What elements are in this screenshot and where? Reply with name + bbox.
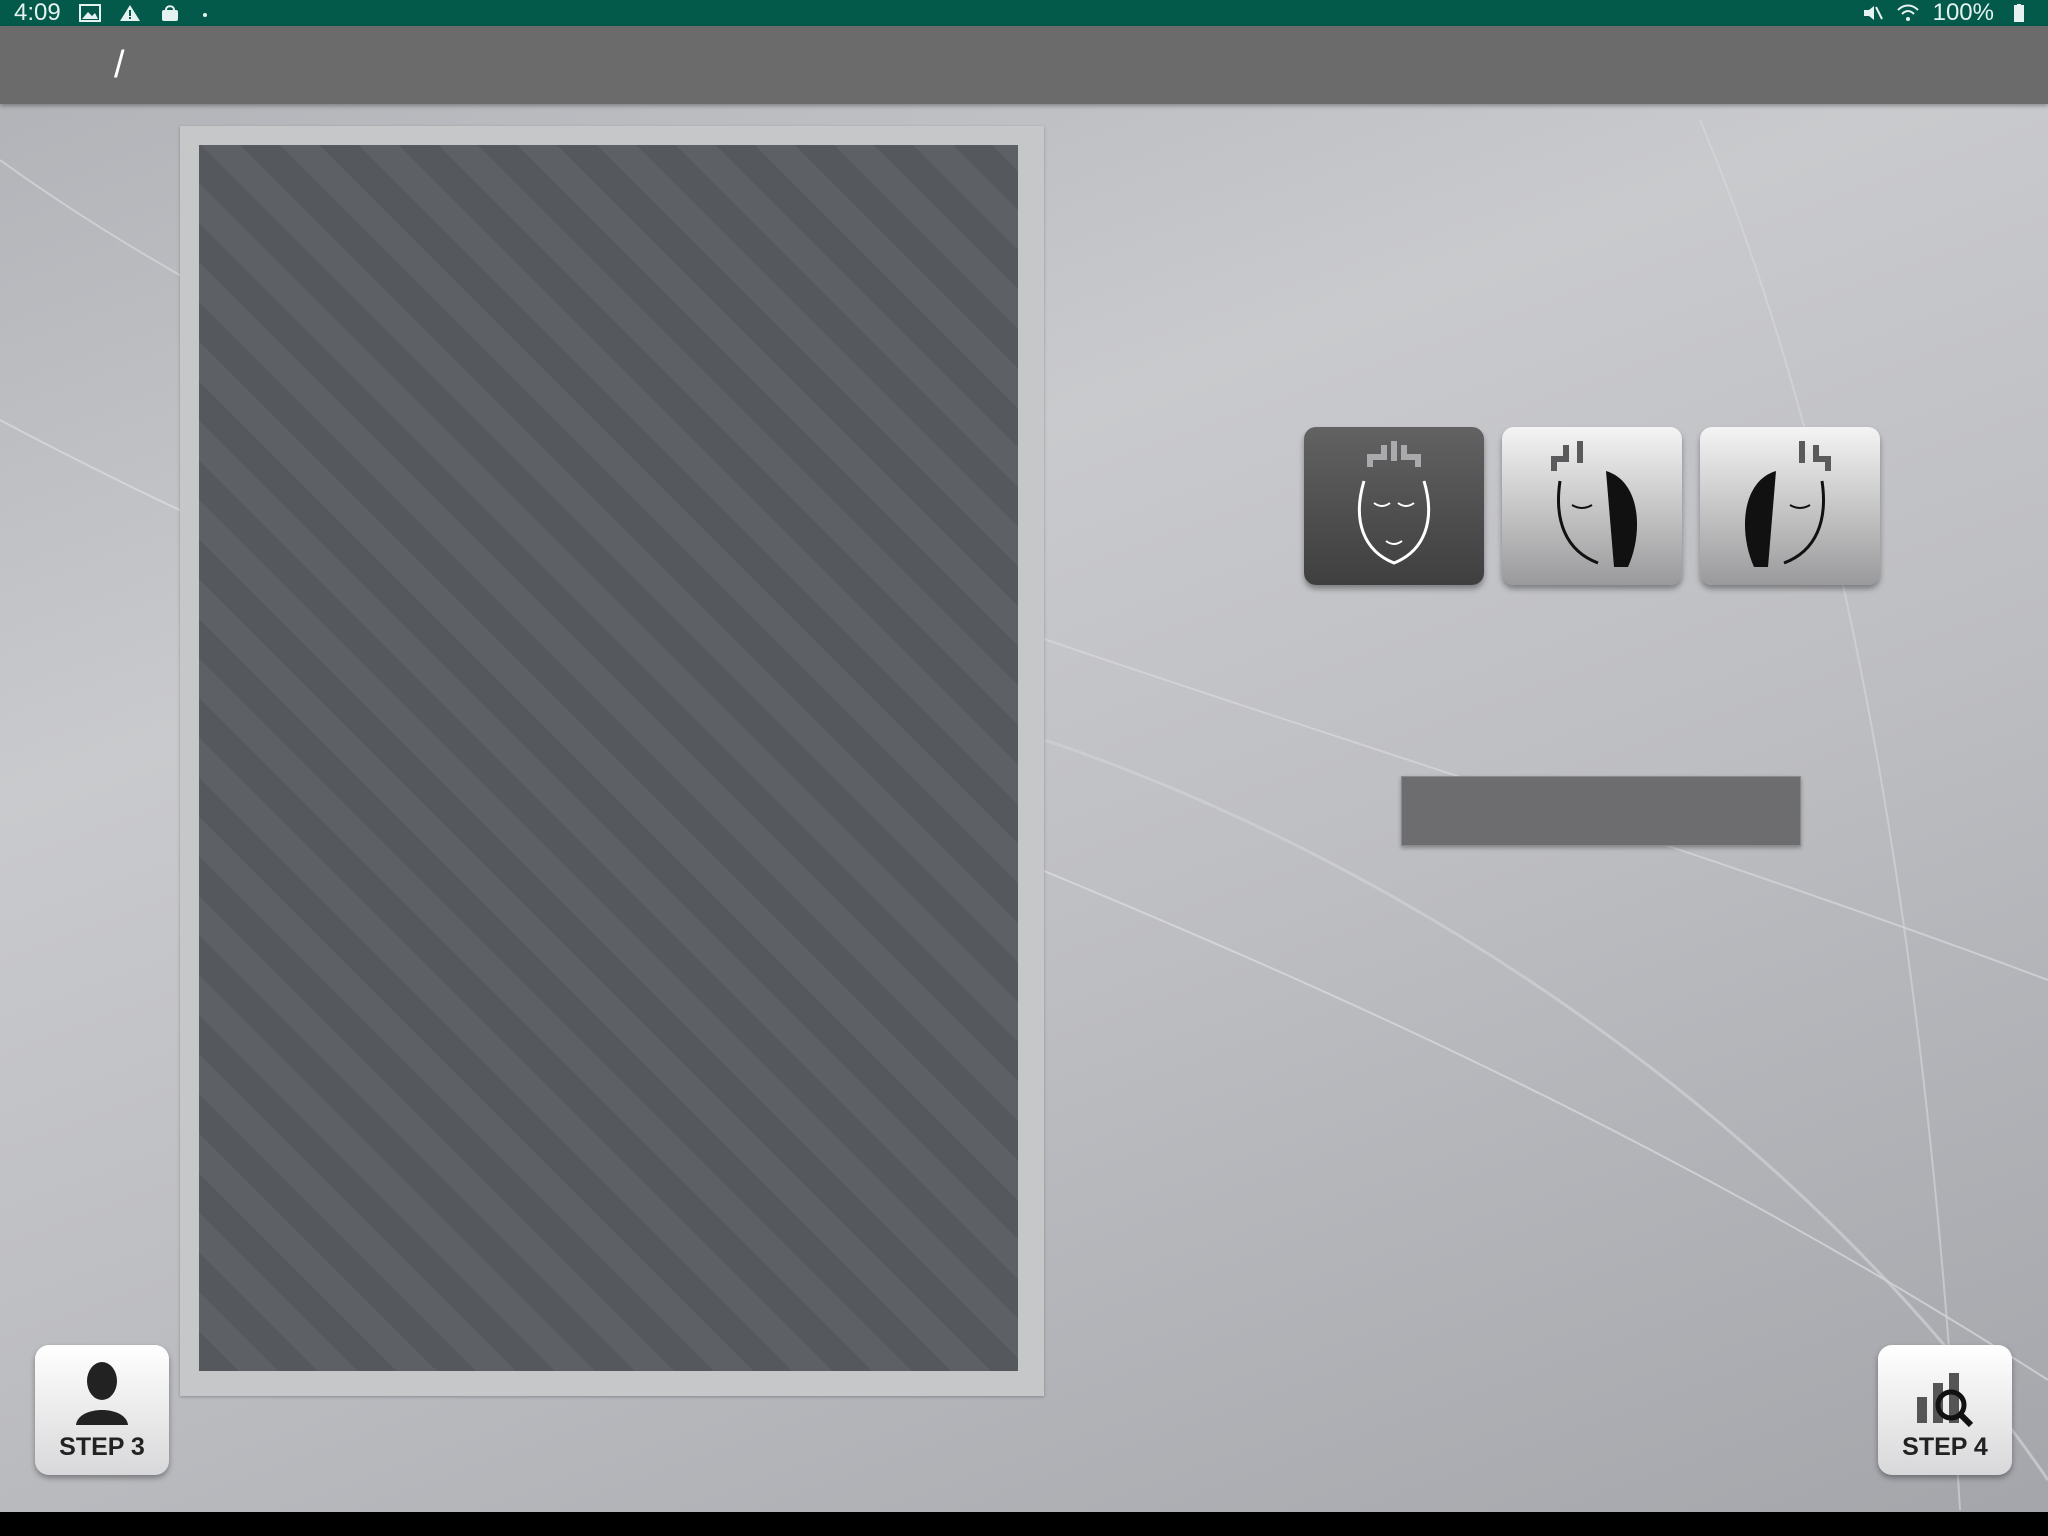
patient-separator: / (114, 44, 125, 86)
wifi-icon (1896, 4, 1919, 21)
step-4-label: STEP 4 (1902, 1433, 1988, 1461)
status-time: 4:09 (14, 0, 61, 26)
step-4-button[interactable]: STEP 4 (1878, 1345, 2012, 1475)
face-photo-placeholder (199, 145, 1018, 1371)
warning-icon (119, 5, 140, 21)
bag-icon (161, 5, 178, 21)
title-bar: / (0, 26, 2048, 104)
photo-frame (180, 126, 1044, 1396)
view-right-button[interactable] (1502, 427, 1682, 585)
face-front-icon (1357, 441, 1431, 565)
step-3-button[interactable]: STEP 3 (35, 1345, 169, 1475)
mute-icon (1863, 6, 1883, 20)
battery-percent: 100% (1932, 0, 1994, 26)
view-left-button[interactable] (1700, 427, 1880, 585)
patient-info: / (102, 44, 137, 87)
image-icon (78, 4, 101, 22)
face-right-icon (1551, 441, 1638, 567)
battery-icon (2014, 4, 2024, 22)
status-bar: 4:09 100% (0, 0, 2048, 26)
navigation-bar (0, 1512, 2048, 1536)
person-icon (76, 1362, 128, 1425)
capture-timestamp (1401, 776, 1801, 846)
dot-icon (202, 13, 207, 17)
view-front-button[interactable] (1304, 427, 1484, 585)
analysis-chart-icon (1917, 1373, 1974, 1428)
step-3-label: STEP 3 (59, 1433, 145, 1461)
face-left-icon (1744, 441, 1831, 567)
